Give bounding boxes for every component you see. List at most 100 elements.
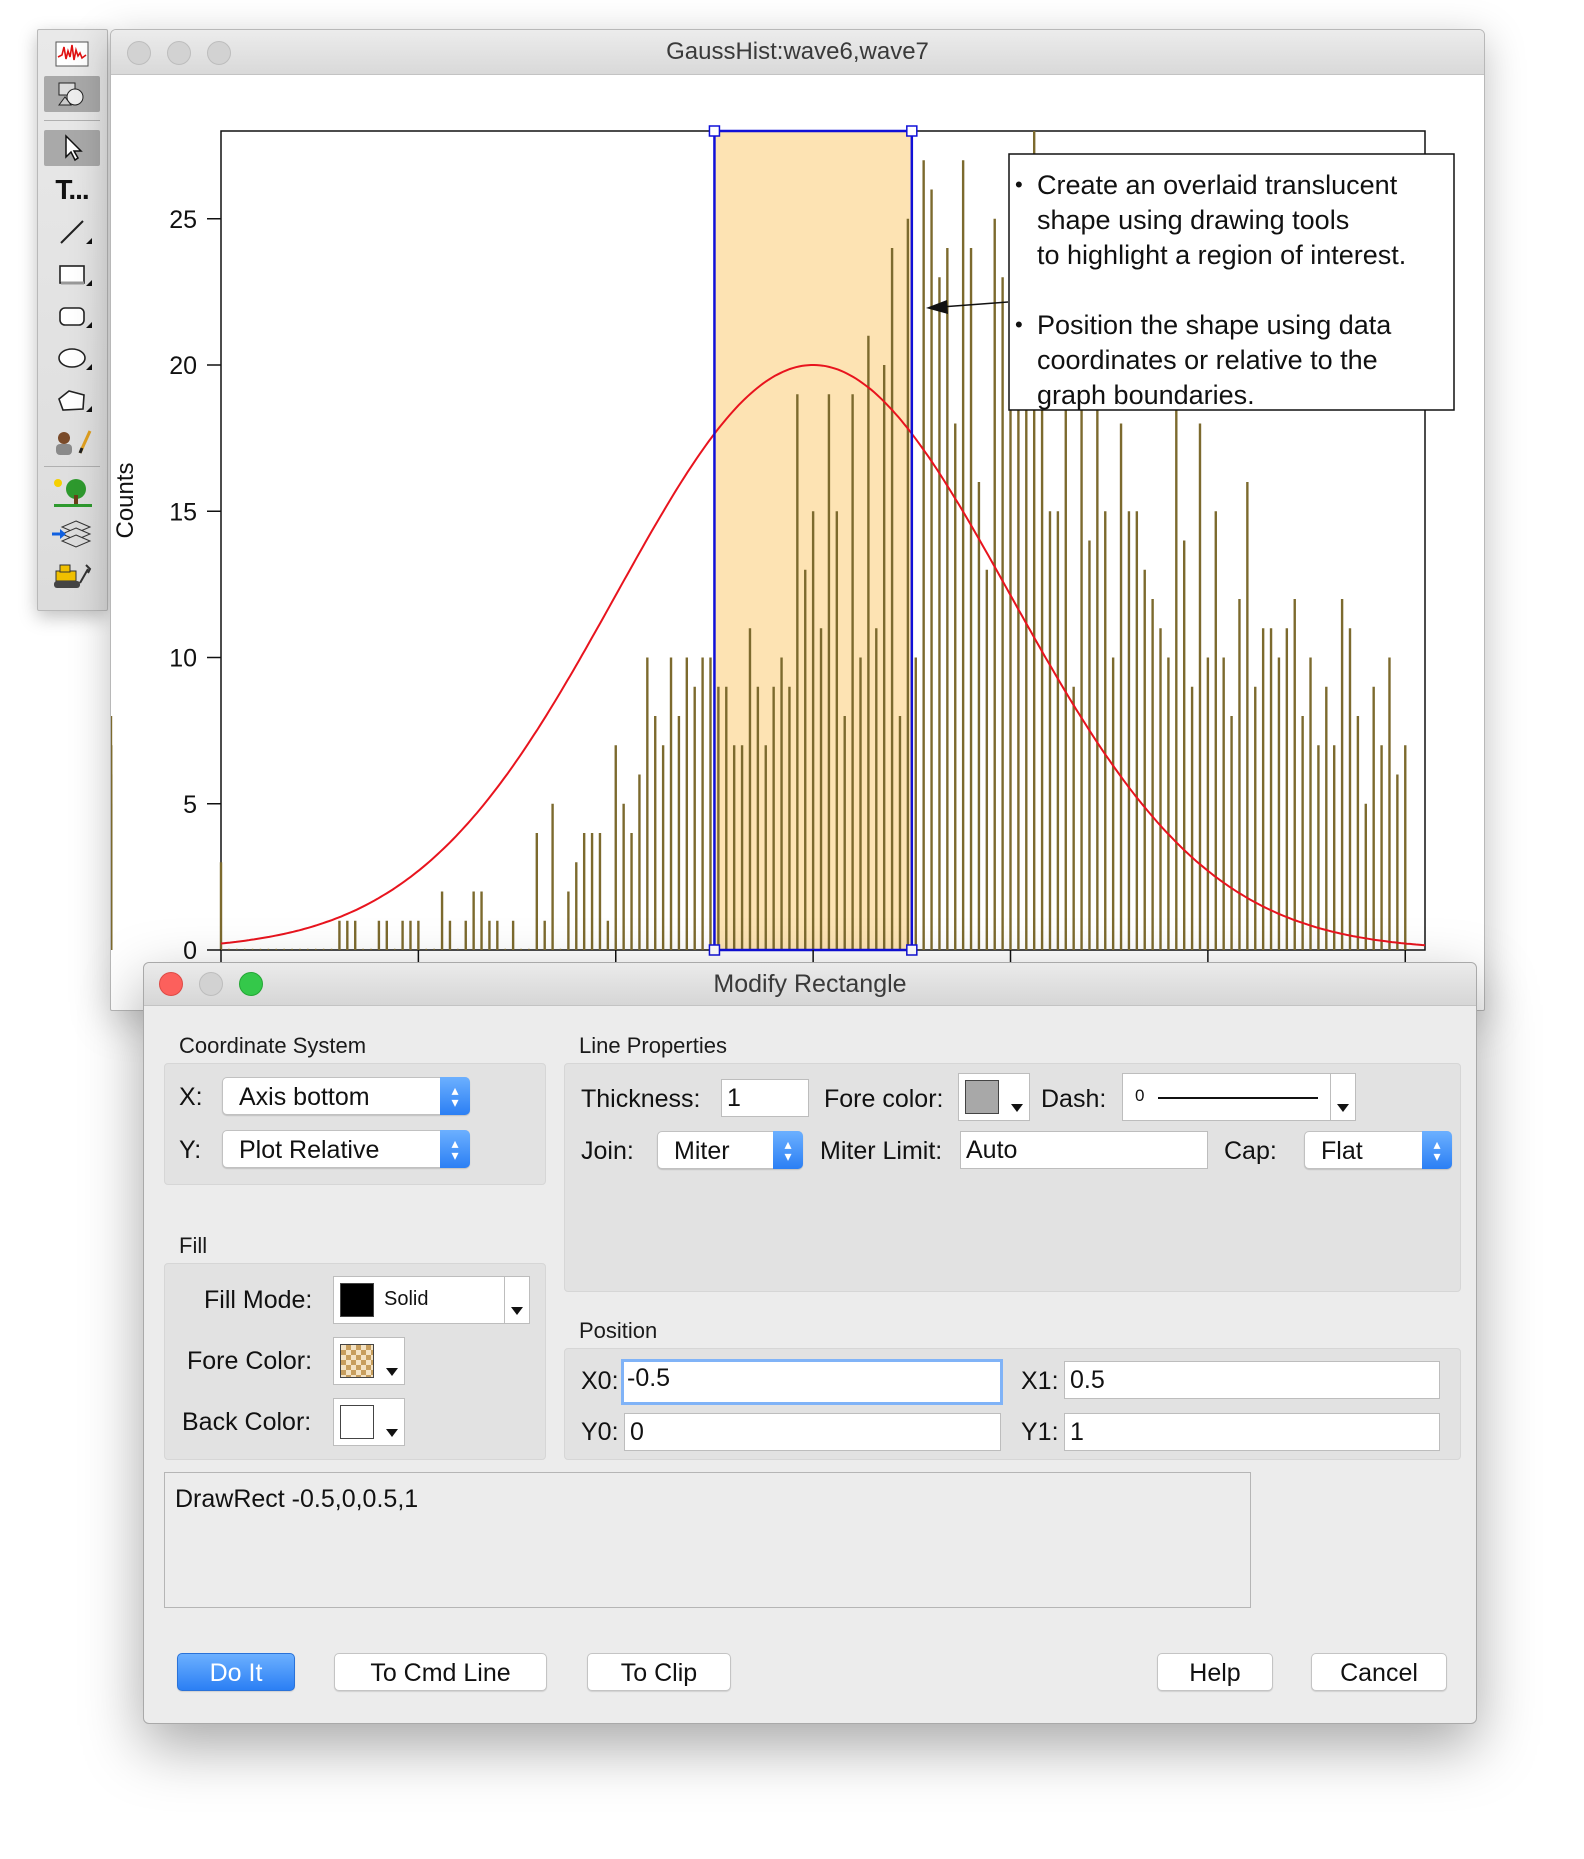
x0-field[interactable]: -0.5 (621, 1359, 1003, 1405)
popup-stepper-icon: ▴ ▾ (773, 1131, 803, 1169)
fill-mode-divider (504, 1277, 505, 1323)
dash-value: 0 (1135, 1086, 1145, 1105)
bulldozer-tool-icon[interactable] (44, 558, 100, 594)
dialog-title: Modify Rectangle (713, 970, 907, 998)
x-coordinate-label: X: (179, 1083, 203, 1111)
y-tick-label: 25 (169, 206, 197, 234)
popup-stepper-icon: ▴ ▾ (1422, 1131, 1452, 1169)
graph-window-titlebar: GaussHist:wave6,wave7 (111, 30, 1484, 75)
fill-back-color-label: Back Color: (182, 1408, 312, 1436)
do-it-button[interactable]: Do It (177, 1653, 295, 1691)
fill-fore-color-swatch (340, 1344, 374, 1378)
y-coordinate-label: Y: (179, 1136, 202, 1164)
cancel-button[interactable]: Cancel (1311, 1653, 1447, 1691)
miter-limit-field[interactable]: Auto (960, 1131, 1208, 1169)
dash-line-sample (1158, 1097, 1318, 1099)
popup-stepper-icon: ▴ ▾ (440, 1130, 470, 1168)
y1-field[interactable]: 1 (1064, 1413, 1440, 1451)
rounded-rectangle-tool-icon[interactable] (44, 298, 100, 334)
fill-back-color-swatch (340, 1405, 374, 1439)
annotation-text-line: Create an overlaid translucent (1037, 170, 1398, 200)
dropdown-arrow-icon (511, 1307, 523, 1315)
x-coordinate-popup[interactable]: Axis bottom ▴ ▾ (222, 1077, 470, 1115)
miter-limit-label: Miter Limit: (820, 1137, 943, 1165)
dash-popup[interactable]: 0 (1122, 1073, 1356, 1121)
y-tick-label: 5 (183, 791, 197, 819)
to-cmd-line-button[interactable]: To Cmd Line (334, 1653, 547, 1691)
y-coordinate-value: Plot Relative (239, 1136, 380, 1164)
x1-field[interactable]: 0.5 (1064, 1361, 1440, 1399)
modify-rectangle-dialog: Modify Rectangle Coordinate System X: Ax… (143, 962, 1477, 1724)
rectangle-tool-icon[interactable] (44, 256, 100, 292)
annotation-bullet: • (1015, 312, 1023, 337)
to-clip-button[interactable]: To Clip (587, 1653, 731, 1691)
annotation-text-line: shape using drawing tools (1037, 205, 1349, 235)
selection-handle[interactable] (906, 944, 918, 956)
palette-separator (44, 120, 100, 121)
line-fore-color-button[interactable] (958, 1073, 1030, 1121)
cap-label: Cap: (1224, 1137, 1277, 1165)
annotation-arrow-head (926, 300, 948, 314)
annotation-text-line: Position the shape using data (1037, 310, 1392, 340)
y-tick-label: 10 (169, 645, 197, 673)
palette-separator (44, 466, 100, 467)
drawing-mode-icon[interactable] (44, 76, 100, 112)
y-coordinate-popup[interactable]: Plot Relative ▴ ▾ (222, 1130, 470, 1168)
join-popup[interactable]: Miter ▴ ▾ (657, 1131, 803, 1169)
join-label: Join: (581, 1137, 634, 1165)
picture-tool-icon[interactable] (44, 474, 100, 510)
dash-label: Dash: (1041, 1085, 1107, 1113)
selection-handle[interactable] (906, 125, 918, 137)
annotation-text-line: to highlight a region of interest. (1037, 240, 1406, 270)
layers-tool-icon[interactable] (44, 516, 100, 552)
cap-popup[interactable]: Flat ▴ ▾ (1304, 1131, 1452, 1169)
command-text-area[interactable]: DrawRect -0.5,0,0.5,1 (164, 1472, 1251, 1608)
y-tick-label: 15 (169, 498, 197, 526)
y1-label: Y1: (1021, 1418, 1059, 1446)
fill-back-color-button[interactable] (333, 1398, 405, 1446)
help-button[interactable]: Help (1157, 1653, 1273, 1691)
dropdown-arrow-icon (1011, 1104, 1023, 1112)
annotation-arrow-line (940, 301, 1009, 308)
oval-tool-icon[interactable] (44, 340, 100, 376)
line-tool-icon[interactable] (44, 214, 100, 250)
line-fore-color-label: Fore color: (824, 1085, 944, 1113)
annotation-bullet: • (1015, 172, 1023, 197)
position-label: Position (579, 1318, 658, 1343)
selection-handle[interactable] (708, 125, 721, 137)
fill-mode-value: Solid (384, 1288, 429, 1310)
fill-mode-label: Fill Mode: (204, 1286, 313, 1314)
selection-handle[interactable] (708, 944, 721, 956)
dash-divider (1330, 1074, 1331, 1120)
y0-field[interactable]: 0 (624, 1413, 1001, 1451)
x0-label: X0: (581, 1367, 619, 1395)
fill-mode-swatch (340, 1283, 374, 1317)
user-shapes-icon[interactable] (44, 424, 100, 460)
annotation-text-line: graph boundaries. (1037, 380, 1255, 410)
x-coordinate-value: Axis bottom (239, 1083, 370, 1111)
pointer-tool-icon[interactable] (44, 130, 100, 166)
fill-label: Fill (179, 1233, 208, 1258)
line-properties-label: Line Properties (579, 1033, 727, 1058)
popup-stepper-icon: ▴ ▾ (440, 1077, 470, 1115)
x1-label: X1: (1021, 1367, 1059, 1395)
coordinate-system-label: Coordinate System (179, 1033, 367, 1058)
dropdown-arrow-icon (386, 1429, 398, 1437)
thickness-field[interactable]: 1 (721, 1079, 809, 1117)
polygon-tool-icon[interactable] (44, 382, 100, 418)
thickness-label: Thickness: (581, 1085, 701, 1113)
text-tool-icon[interactable]: T... (44, 172, 100, 208)
y-tick-label: 0 (183, 937, 197, 965)
dropdown-arrow-icon (386, 1368, 398, 1376)
fill-mode-popup[interactable]: Solid (333, 1276, 530, 1324)
y-tick-label: 20 (169, 352, 197, 380)
graph-window: GaussHist:wave6,wave7 0510152025-3-2-101… (110, 29, 1485, 1011)
cap-value: Flat (1321, 1137, 1363, 1165)
line-fore-color-swatch (965, 1080, 999, 1114)
histogram-chart[interactable]: 0510152025-3-2-10123Counts•Create an ove… (111, 74, 1484, 1010)
y-axis-label: Counts (112, 462, 139, 538)
graph-window-title: GaussHist:wave6,wave7 (666, 38, 929, 65)
fill-fore-color-button[interactable] (333, 1337, 405, 1385)
graph-mode-icon[interactable] (44, 36, 100, 72)
y0-label: Y0: (581, 1418, 619, 1446)
